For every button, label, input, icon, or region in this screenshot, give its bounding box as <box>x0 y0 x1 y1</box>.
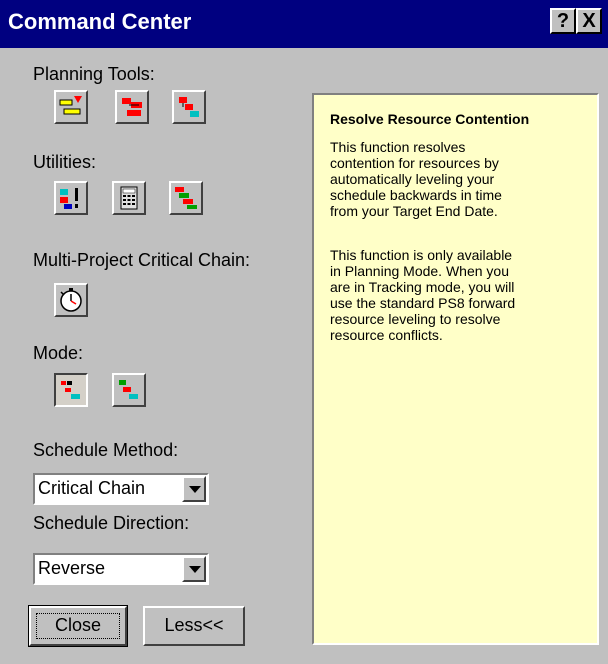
schedule-method-select[interactable]: Critical Chain <box>33 473 209 505</box>
utilities-label: Utilities: <box>33 152 97 172</box>
description-panel: Resolve Resource Contention This functio… <box>312 93 599 645</box>
close-window-button[interactable]: X <box>576 8 602 34</box>
description-title: Resolve Resource Contention <box>330 111 530 127</box>
resource-leveling-button[interactable] <box>169 181 203 215</box>
chevron-down-icon <box>189 486 201 493</box>
close-button[interactable]: Close <box>28 605 128 647</box>
multi-project-label: Multi-Project Critical Chain: <box>33 250 251 270</box>
focus-indicator <box>36 613 120 639</box>
calculator-button[interactable] <box>112 181 146 215</box>
title-bar[interactable]: Command Center ? X <box>0 0 608 48</box>
chevron-down-icon <box>189 566 201 573</box>
schedule-direction-dropdown-button[interactable] <box>182 556 206 582</box>
less-button[interactable]: Less<< <box>143 606 245 646</box>
gantt-edit-icon <box>122 98 142 116</box>
description-paragraph-2: This function is only available in Plann… <box>330 247 516 343</box>
calculator-icon <box>120 186 138 210</box>
multi-project-button[interactable] <box>54 283 88 317</box>
tracking-mode-button[interactable] <box>112 373 146 407</box>
command-center-window: Command Center ? X Planning Tools: Utili… <box>0 0 608 664</box>
schedule-direction-select[interactable]: Reverse <box>33 553 209 585</box>
stopwatch-icon <box>60 288 82 312</box>
description-paragraph-1: This function resolves contention for re… <box>330 139 502 219</box>
planning-tool-3-button[interactable] <box>172 90 206 124</box>
resource-leveling-icon <box>175 187 197 209</box>
schedule-direction-label: Schedule Direction: <box>33 513 190 533</box>
planning-tool-1-button[interactable] <box>54 90 88 124</box>
planning-tools-label: Planning Tools: <box>33 64 155 84</box>
mode-label: Mode: <box>33 343 84 363</box>
gantt-add-task-icon <box>59 96 82 115</box>
planning-mode-icon <box>61 381 80 399</box>
schedule-method-value: Critical Chain <box>38 478 146 498</box>
tracking-mode-icon <box>119 380 138 399</box>
window-title: Command Center <box>8 9 192 34</box>
less-button-label: Less<< <box>164 615 224 635</box>
resolve-contention-button[interactable] <box>54 181 88 215</box>
schedule-method-label: Schedule Method: <box>33 440 179 460</box>
resolve-contention-icon <box>60 188 78 209</box>
planning-tool-2-button[interactable] <box>115 90 149 124</box>
planning-mode-button[interactable] <box>54 373 88 407</box>
help-button[interactable]: ? <box>550 8 576 34</box>
schedule-method-dropdown-button[interactable] <box>182 476 206 502</box>
schedule-direction-value: Reverse <box>38 558 106 578</box>
gantt-link-icon <box>179 97 199 117</box>
